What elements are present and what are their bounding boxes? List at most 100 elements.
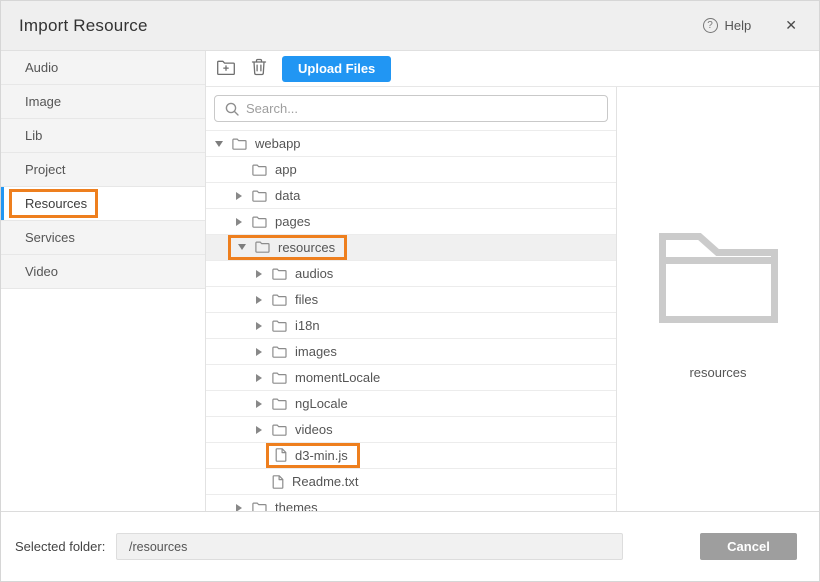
tree-row-content: d3-min.js bbox=[266, 443, 360, 468]
tree-row-content: momentLocale bbox=[254, 365, 380, 391]
expand-arrow-icon[interactable] bbox=[234, 192, 244, 200]
tree-item-label: ngLocale bbox=[295, 396, 348, 411]
tree-row-pages[interactable]: pages bbox=[206, 209, 616, 235]
expand-arrow-icon[interactable] bbox=[254, 270, 264, 278]
sidebar-item-video[interactable]: Video bbox=[1, 255, 205, 289]
folder-icon bbox=[255, 241, 270, 253]
tree-item-label: files bbox=[295, 292, 318, 307]
dialog-footer: Selected folder: Cancel bbox=[1, 511, 819, 581]
tree-row-content: app bbox=[252, 157, 297, 183]
tree-row-content: images bbox=[254, 339, 337, 365]
tree-item-label: videos bbox=[295, 422, 333, 437]
expand-arrow-icon[interactable] bbox=[254, 374, 264, 382]
tree-row-audios[interactable]: audios bbox=[206, 261, 616, 287]
close-icon[interactable]: ✕ bbox=[781, 15, 801, 36]
sidebar-item-services[interactable]: Services bbox=[1, 221, 205, 255]
tree-row-content: pages bbox=[234, 209, 310, 235]
tree-item-label: data bbox=[275, 188, 300, 203]
tree-row-content: files bbox=[254, 287, 318, 313]
sidebar-item-image[interactable]: Image bbox=[1, 85, 205, 119]
tree-row-content: audios bbox=[254, 261, 333, 287]
tree-item-label: app bbox=[275, 162, 297, 177]
sidebar-item-label: Project bbox=[25, 162, 65, 177]
tree-row-d3-min.js[interactable]: d3-min.js bbox=[206, 443, 616, 469]
folder-icon bbox=[272, 320, 287, 332]
tree-row-data[interactable]: data bbox=[206, 183, 616, 209]
sidebar-item-audio[interactable]: Audio bbox=[1, 51, 205, 85]
tree-row-content: Readme.txt bbox=[272, 469, 358, 495]
new-folder-icon bbox=[216, 59, 236, 79]
dialog-body: Audio Image Lib Project Resources Servic… bbox=[1, 51, 819, 511]
tree-row-content: data bbox=[234, 183, 300, 209]
folder-icon bbox=[252, 164, 267, 176]
sidebar-item-label: Resources bbox=[9, 189, 98, 218]
expand-arrow-icon[interactable] bbox=[254, 426, 264, 434]
tree-row-app[interactable]: app bbox=[206, 157, 616, 183]
preview-folder-name: resources bbox=[689, 365, 746, 380]
tree-row-nglocale[interactable]: ngLocale bbox=[206, 391, 616, 417]
tree-item-label: pages bbox=[275, 214, 310, 229]
tree-row-content: i18n bbox=[254, 313, 320, 339]
import-resource-dialog: Import Resource ? Help ✕ Audio Image Lib… bbox=[0, 0, 820, 582]
cancel-button[interactable]: Cancel bbox=[700, 533, 797, 560]
folder-icon bbox=[272, 268, 287, 280]
expand-arrow-icon[interactable] bbox=[237, 244, 247, 250]
delete-button[interactable] bbox=[250, 57, 268, 80]
search-input[interactable] bbox=[214, 95, 608, 122]
tree-row-content: themes bbox=[234, 495, 318, 512]
sidebar-item-label: Image bbox=[25, 94, 61, 109]
help-button[interactable]: ? Help bbox=[697, 17, 758, 34]
selected-folder-label: Selected folder: bbox=[15, 539, 116, 554]
tree-item-label: themes bbox=[275, 500, 318, 511]
expand-arrow-icon[interactable] bbox=[214, 141, 224, 147]
tree-item-label: momentLocale bbox=[295, 370, 380, 385]
folder-icon bbox=[252, 216, 267, 228]
tree-row-videos[interactable]: videos bbox=[206, 417, 616, 443]
help-icon: ? bbox=[703, 18, 718, 33]
tree-row-resources[interactable]: resources bbox=[206, 235, 616, 261]
tree-row-momentlocale[interactable]: momentLocale bbox=[206, 365, 616, 391]
sidebar: Audio Image Lib Project Resources Servic… bbox=[1, 51, 206, 511]
file-icon bbox=[272, 475, 284, 489]
tree-row-themes[interactable]: themes bbox=[206, 495, 616, 511]
expand-arrow-icon[interactable] bbox=[254, 348, 264, 356]
folder-icon bbox=[272, 294, 287, 306]
dialog-header: Import Resource ? Help ✕ bbox=[1, 1, 819, 51]
trash-icon bbox=[251, 58, 267, 79]
dialog-title: Import Resource bbox=[19, 16, 697, 36]
expand-arrow-icon[interactable] bbox=[234, 218, 244, 226]
tree-row-i18n[interactable]: i18n bbox=[206, 313, 616, 339]
selected-folder-path-input[interactable] bbox=[116, 533, 623, 560]
tree-item-label: webapp bbox=[255, 136, 301, 151]
new-folder-button[interactable] bbox=[215, 58, 237, 80]
sidebar-item-label: Services bbox=[25, 230, 75, 245]
content-area: webapp app data pages resources aud bbox=[206, 87, 819, 511]
folder-icon bbox=[272, 346, 287, 358]
expand-arrow-icon[interactable] bbox=[254, 322, 264, 330]
folder-icon bbox=[272, 398, 287, 410]
tree-row-webapp[interactable]: webapp bbox=[206, 131, 616, 157]
tree-row-content: ngLocale bbox=[254, 391, 348, 417]
file-icon bbox=[275, 448, 287, 462]
sidebar-item-lib[interactable]: Lib bbox=[1, 119, 205, 153]
expand-arrow-icon[interactable] bbox=[254, 296, 264, 304]
sidebar-item-resources[interactable]: Resources bbox=[1, 187, 205, 221]
tree-item-label: resources bbox=[278, 240, 335, 255]
tree-row-content: videos bbox=[254, 417, 333, 443]
expand-arrow-icon[interactable] bbox=[234, 504, 244, 512]
tree-row-images[interactable]: images bbox=[206, 339, 616, 365]
tree-item-label: Readme.txt bbox=[292, 474, 358, 489]
sidebar-item-label: Lib bbox=[25, 128, 42, 143]
sidebar-item-project[interactable]: Project bbox=[1, 153, 205, 187]
preview-panel: resources bbox=[617, 87, 819, 511]
expand-arrow-icon[interactable] bbox=[254, 400, 264, 408]
tree-row-content: webapp bbox=[214, 131, 301, 157]
tree-item-label: audios bbox=[295, 266, 333, 281]
tree-row-content: resources bbox=[228, 235, 347, 260]
folder-icon bbox=[272, 424, 287, 436]
folder-icon bbox=[272, 372, 287, 384]
tree-row-readme.txt[interactable]: Readme.txt bbox=[206, 469, 616, 495]
sidebar-item-label: Audio bbox=[25, 60, 58, 75]
upload-files-button[interactable]: Upload Files bbox=[282, 56, 391, 82]
tree-row-files[interactable]: files bbox=[206, 287, 616, 313]
